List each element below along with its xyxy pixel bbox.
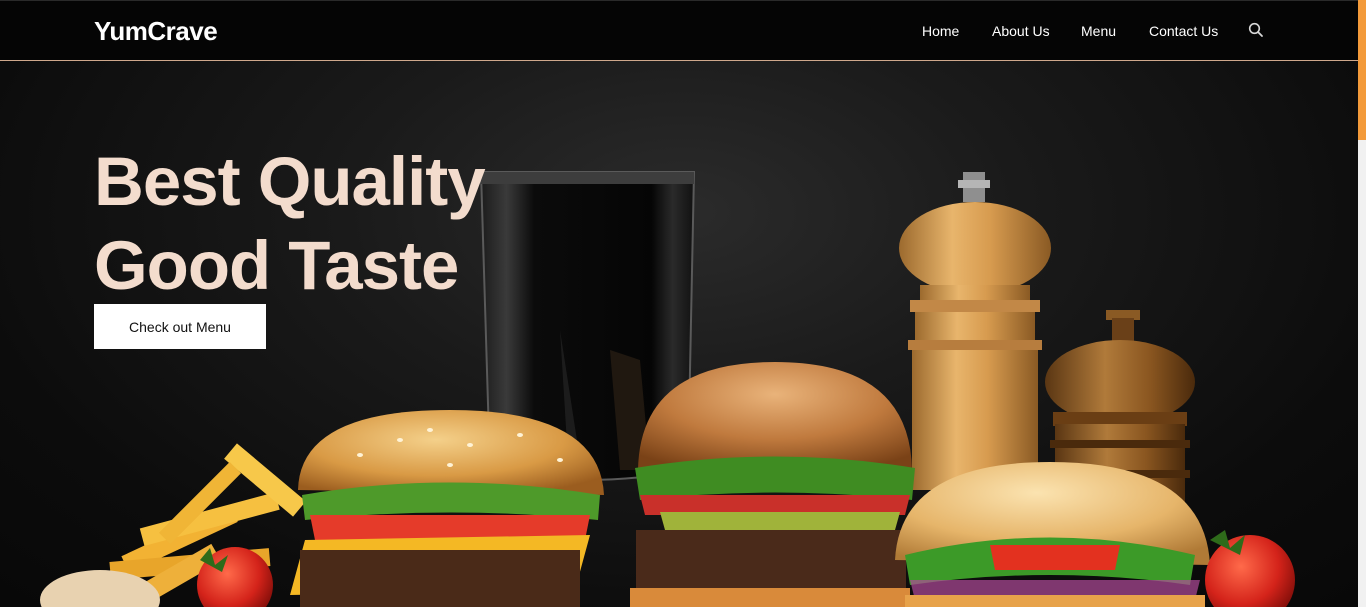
tomato-right [1205, 535, 1295, 607]
page-scrollbar[interactable] [1358, 0, 1366, 607]
hero-title-line2: Good Taste [94, 227, 459, 304]
pepper-mill-large [899, 172, 1051, 490]
page: YumCrave Home About Us Menu Contact Us B… [0, 0, 1366, 607]
nav-link-contact-us[interactable]: Contact Us [1149, 23, 1218, 39]
scrollbar-thumb[interactable] [1358, 0, 1366, 140]
hero-title-line1: Best Quality [94, 143, 486, 220]
check-out-menu-button[interactable]: Check out Menu [94, 304, 266, 349]
nav-link-menu[interactable]: Menu [1081, 23, 1116, 39]
nav-link-about-us[interactable]: About Us [992, 23, 1050, 39]
search-icon[interactable] [1248, 22, 1264, 38]
nav-link-home[interactable]: Home [922, 23, 959, 39]
brand-logo[interactable]: YumCrave [94, 16, 218, 47]
navbar: YumCrave Home About Us Menu Contact Us [0, 0, 1358, 61]
burger-sesame [290, 410, 604, 607]
hero-title: Best Quality Good Taste [94, 140, 486, 308]
burger-rustic [630, 362, 915, 607]
